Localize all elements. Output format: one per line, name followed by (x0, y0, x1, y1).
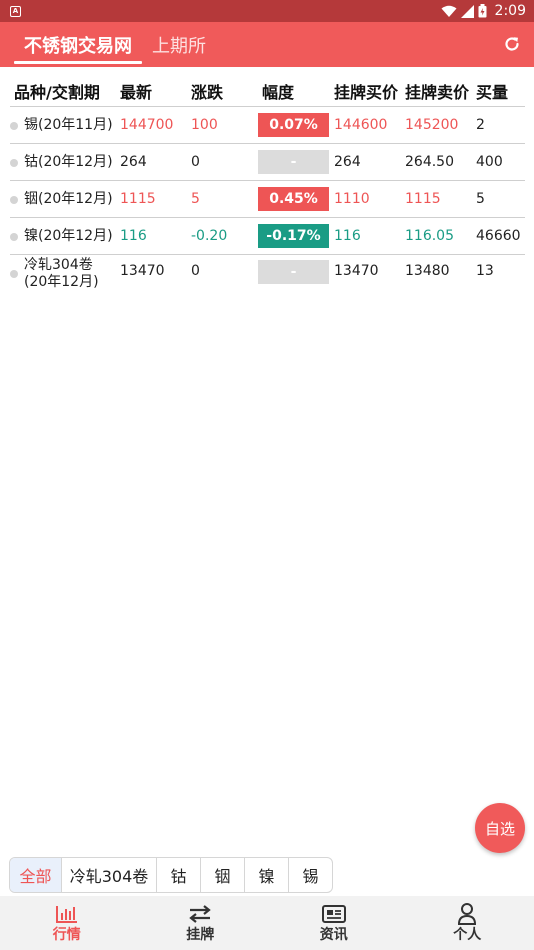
table-row[interactable]: 镍(20年12月) 116 -0.20 -0.17% 116 116.05 46… (10, 218, 525, 255)
row-ask: 145200 (405, 117, 459, 133)
filter-cobalt[interactable]: 钴 (157, 858, 201, 892)
row-volume: 5 (476, 191, 485, 207)
person-icon (455, 903, 479, 925)
row-percent-badge: 0.07% (258, 113, 329, 137)
row-latest: 1115 (120, 191, 156, 207)
row-ask: 1115 (405, 191, 441, 207)
row-product-name: 冷轧304卷 (20年12月) (10, 255, 99, 292)
status-dot (10, 121, 18, 130)
row-volume: 13 (476, 263, 494, 279)
row-bid: 13470 (334, 263, 379, 279)
row-bid: 144600 (334, 117, 388, 133)
refresh-icon (505, 37, 519, 51)
column-header-change[interactable]: 涨跌 (191, 79, 223, 103)
table-row[interactable]: 铟(20年12月) 1115 5 0.45% 1110 1115 5 (10, 181, 525, 218)
row-ask: 264.50 (405, 154, 454, 170)
column-header-percent[interactable]: 幅度 (262, 79, 294, 103)
active-tab-indicator (14, 61, 142, 64)
quote-table-header: 品种/交割期 最新 涨跌 幅度 挂牌买价 挂牌卖价 买量 (10, 71, 525, 107)
row-product-name: 铟(20年12月) (10, 181, 113, 218)
status-dot (10, 269, 18, 278)
column-header-latest[interactable]: 最新 (120, 79, 152, 103)
row-change: 0 (191, 154, 200, 170)
row-percent-badge: - (258, 150, 329, 174)
table-row[interactable]: 钴(20年12月) 264 0 - 264 264.50 400 (10, 144, 525, 181)
column-header-bid[interactable]: 挂牌买价 (334, 79, 398, 103)
column-header-ask[interactable]: 挂牌卖价 (405, 79, 469, 103)
row-latest: 144700 (120, 117, 174, 133)
filter-all[interactable]: 全部 (10, 858, 62, 892)
row-latest: 264 (120, 154, 147, 170)
row-change: 5 (191, 191, 200, 207)
row-bid: 1110 (334, 191, 370, 207)
column-header-product[interactable]: 品种/交割期 (14, 79, 100, 103)
table-row[interactable]: 冷轧304卷 (20年12月) 13470 0 - 13470 13480 13 (10, 255, 525, 291)
battery-icon (478, 4, 487, 18)
swap-arrows-icon (188, 903, 212, 925)
row-volume: 2 (476, 117, 485, 133)
row-ask: 116.05 (405, 228, 454, 244)
row-product-name: 镍(20年12月) (10, 218, 113, 255)
row-change: -0.20 (191, 228, 228, 244)
table-row[interactable]: 锡(20年11月) 144700 100 0.07% 144600 145200… (10, 107, 525, 144)
status-dot (10, 195, 18, 204)
row-latest: 116 (120, 228, 147, 244)
tab-stainless-steel[interactable]: 不锈钢交易网 (24, 35, 132, 59)
nav-market[interactable]: 行情 (0, 896, 134, 950)
tab-shfe[interactable]: 上期所 (152, 35, 206, 59)
watchlist-fab[interactable]: 自选 (475, 803, 525, 853)
app-header: 不锈钢交易网 上期所 (0, 22, 534, 67)
filter-nickel[interactable]: 镍 (245, 858, 289, 892)
row-percent-badge: -0.17% (258, 224, 329, 248)
notification-app-icon: A (10, 5, 21, 17)
row-bid: 264 (334, 154, 361, 170)
filter-tin[interactable]: 锡 (289, 858, 332, 892)
row-percent-badge: 0.45% (258, 187, 329, 211)
wifi-icon (441, 5, 457, 17)
row-product-name: 锡(20年11月) (10, 107, 113, 144)
category-filter-bar: 全部 冷轧304卷 钴 铟 镍 锡 (9, 857, 333, 893)
nav-profile[interactable]: 个人 (401, 896, 534, 950)
column-header-volume[interactable]: 买量 (476, 79, 508, 103)
nav-news[interactable]: 资讯 (267, 896, 401, 950)
row-latest: 13470 (120, 263, 165, 279)
status-bar: A 2:09 (0, 0, 534, 22)
refresh-button[interactable] (500, 32, 524, 56)
row-ask: 13480 (405, 263, 450, 279)
row-percent-badge: - (258, 260, 329, 284)
signal-icon (460, 4, 474, 18)
row-volume: 46660 (476, 228, 521, 244)
row-change: 0 (191, 263, 200, 279)
newspaper-icon (321, 903, 346, 925)
row-bid: 116 (334, 228, 361, 244)
bottom-nav: 行情 挂牌 资讯 个人 (0, 896, 534, 950)
filter-cold-rolled-304[interactable]: 冷轧304卷 (62, 858, 157, 892)
chart-bars-icon (55, 903, 79, 925)
row-change: 100 (191, 117, 218, 133)
status-time: 2:09 (494, 3, 526, 19)
filter-indium[interactable]: 铟 (201, 858, 245, 892)
row-product-name: 钴(20年12月) (10, 144, 113, 181)
row-volume: 400 (476, 154, 503, 170)
status-dot (10, 158, 18, 167)
nav-listing[interactable]: 挂牌 (134, 896, 268, 950)
status-dot (10, 232, 18, 241)
